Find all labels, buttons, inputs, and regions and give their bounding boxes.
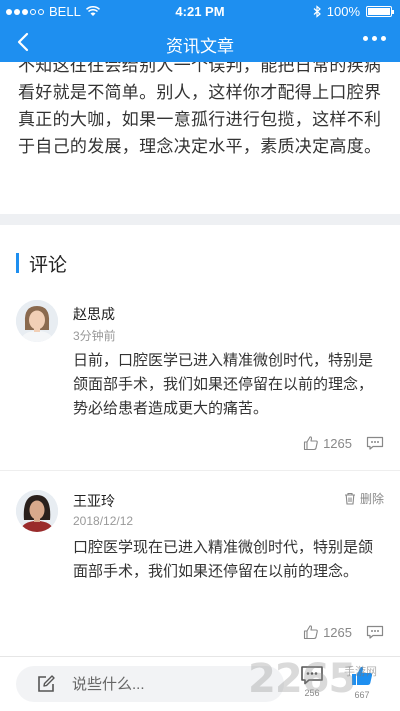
comment-text: 口腔医学现在已进入精准微创时代，特别是颌面部手术，我们如果还停留在以前的理念。 <box>73 539 374 580</box>
watermark: 2265 <box>248 656 356 702</box>
comments-heading: 评论 <box>16 250 67 276</box>
comment-input-box[interactable] <box>16 666 284 702</box>
top-bar: BELL 4:21 PM 100% 资讯文章 <box>0 0 400 62</box>
status-bar: BELL 4:21 PM 100% <box>0 0 400 22</box>
comment-input[interactable] <box>72 675 262 693</box>
commenter-name: 王亚玲 <box>73 493 115 509</box>
watermark-sub: 手游网 <box>344 666 377 678</box>
reply-icon[interactable] <box>366 436 384 450</box>
article-body: 不知这往往会给别人一个误判，能把日常的疾病看好就是不简单。别人，这样你才配得上口… <box>0 62 400 212</box>
commenter-name: 赵思成 <box>73 306 115 322</box>
avatar[interactable] <box>16 490 58 532</box>
article-text: 不知这往往会给别人一个误判，能把日常的疾病看好就是不简单。别人，这样你才配得上口… <box>18 62 382 156</box>
nav-bar: 资讯文章 <box>0 22 400 62</box>
battery-icon <box>366 6 394 17</box>
bluetooth-icon <box>313 5 321 18</box>
comment-text: 日前，口腔医学已进入精准微创时代，特别是颌面部手术，我们如果还停留在以前的理念，… <box>73 352 374 417</box>
heading-accent-bar <box>16 253 19 273</box>
like-count: 1265 <box>323 624 352 640</box>
comment-divider <box>0 470 400 471</box>
battery-percent: 100% <box>326 4 360 19</box>
thumbs-up-icon <box>304 436 318 451</box>
page-title: 资讯文章 <box>166 37 234 56</box>
section-divider <box>0 214 400 225</box>
like-button[interactable]: 1265 <box>303 624 352 640</box>
comment-actions: 1265 <box>303 435 384 451</box>
comment-item: 赵思成 3分钟前 日前，口腔医学已进入精准微创时代，特别是颌面部手术，我们如果还… <box>0 296 400 466</box>
delete-button[interactable]: 删除 <box>344 490 384 507</box>
comment-actions: 1265 <box>303 624 384 640</box>
comment-item: 王亚玲 删除 2018/12/12 口腔医学现在已进入精准微创时代，特别是颌面部… <box>0 487 400 652</box>
reply-icon[interactable] <box>366 625 384 639</box>
more-icon[interactable] <box>363 36 386 41</box>
like-button[interactable]: 1265 <box>303 435 352 451</box>
edit-icon <box>38 675 55 692</box>
thumbs-up-icon <box>304 625 318 640</box>
comments-heading-label: 评论 <box>29 254 68 276</box>
like-count: 1265 <box>323 435 352 451</box>
avatar[interactable] <box>16 300 58 342</box>
delete-label: 删除 <box>359 492 384 506</box>
trash-icon <box>344 492 355 505</box>
comment-time: 2018/12/12 <box>73 514 134 528</box>
comment-time: 3分钟前 <box>73 329 116 343</box>
